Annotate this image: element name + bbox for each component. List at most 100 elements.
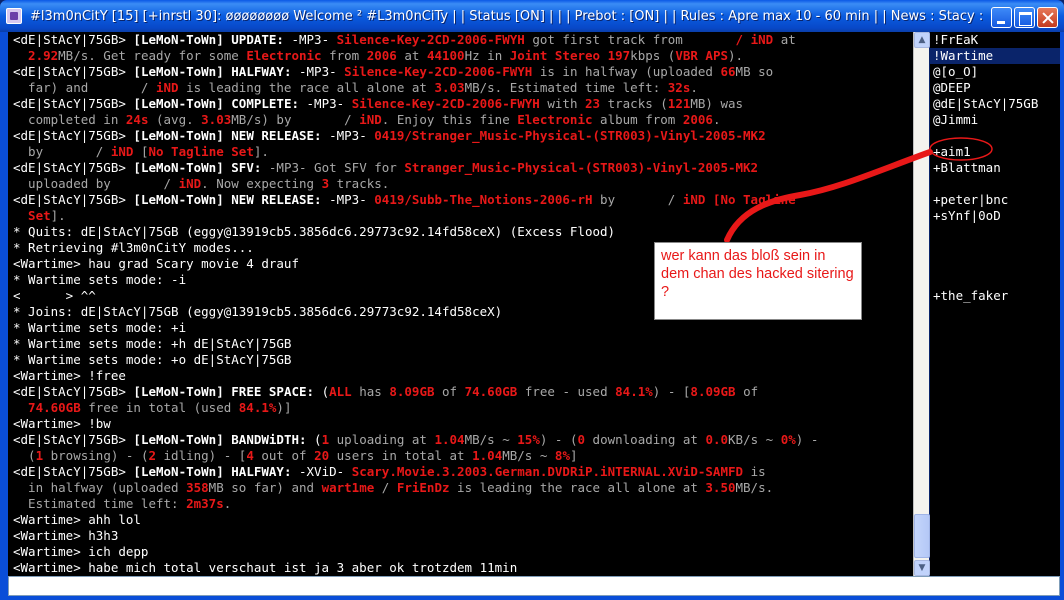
annotation-note: wer kann das bloß sein in dem chan des h… bbox=[654, 242, 862, 320]
chat-line: <Wartime> ahh lol bbox=[13, 512, 913, 528]
chat-line: * Quits: dE|StAcY|75GB (eggy@13919cb5.38… bbox=[13, 224, 913, 240]
chat-segment: * Joins: dE|StAcY|75GB (eggy@13919cb5.38… bbox=[13, 304, 503, 319]
chat-segment: [ bbox=[133, 144, 149, 159]
chat-segment: 2m37s bbox=[186, 496, 224, 511]
chat-segment: iND [No Tagline bbox=[682, 192, 796, 207]
nick-list[interactable]: !FrEaK !Wartime @[o_O] @DEEP @dE|StAcY|75GB @… bbox=[930, 32, 1060, 576]
chat-segment: <Wartime> ich depp bbox=[13, 544, 149, 559]
chat-segment: 1 bbox=[321, 432, 330, 447]
chat-segment: 84.1% bbox=[238, 400, 277, 415]
chat-segment: -MP3- bbox=[321, 192, 375, 207]
chat-segment: by / bbox=[592, 192, 683, 207]
chat-segment: Joint Stereo 197 bbox=[509, 48, 631, 63]
nick-item[interactable]: +Blattman bbox=[930, 160, 1060, 176]
nick-item[interactable]: !Wartime bbox=[930, 48, 1060, 64]
chat-segment: . bbox=[223, 496, 232, 511]
chat-segment: [LeMoN-ToWn] bbox=[133, 64, 232, 79]
nick-item[interactable]: +aim1 bbox=[930, 144, 1060, 160]
chat-segment: ) - bbox=[795, 432, 819, 447]
chat-segment: [LeMoN-ToWn] bbox=[133, 96, 232, 111]
chat-segment: MB/s ~ bbox=[464, 432, 518, 447]
chat-segment: in halfway (uploaded bbox=[13, 480, 187, 495]
chat-segment: [LeMoN-ToWn] bbox=[133, 464, 232, 479]
scroll-up-icon[interactable]: ▲ bbox=[914, 32, 930, 48]
chat-segment: FriEnDz bbox=[396, 480, 450, 495]
chat-line: * Wartime sets mode: +i bbox=[13, 320, 913, 336]
chat-line: <Wartime> ich depp bbox=[13, 544, 913, 560]
chat-line: far) and / iND is leading the race all a… bbox=[13, 80, 913, 96]
chat-segment: downloading at bbox=[585, 432, 706, 447]
chat-segment: 0% bbox=[780, 432, 796, 447]
title-bar[interactable]: #l3m0nCitY [15] [+inrstl 30]: øøøøøøøø W… bbox=[0, 0, 1064, 32]
chat-segment: 1 bbox=[35, 448, 44, 463]
nick-spacer bbox=[930, 176, 1060, 192]
minimize-button[interactable] bbox=[991, 7, 1012, 28]
maximize-button[interactable] bbox=[1014, 7, 1035, 28]
chat-segment: 0419/Subb-The_Notions-2006-rH bbox=[374, 192, 593, 207]
chat-line: <dE|StAcY|75GB> [LeMoN-ToWn] UPDATE: -MP… bbox=[13, 32, 913, 48]
chat-segment: is leading the race all alone at bbox=[449, 480, 706, 495]
nick-item[interactable]: @Jimmi bbox=[930, 112, 1060, 128]
nick-item[interactable]: +the_faker bbox=[930, 288, 1060, 304]
chat-segment: [LeMoN-ToWn] bbox=[133, 432, 232, 447]
chat-segment: <dE|StAcY|75GB> bbox=[13, 64, 134, 79]
chat-segment: . Now expecting bbox=[201, 176, 322, 191]
chat-segment: 4 bbox=[246, 448, 254, 463]
chat-segment: ) - ( bbox=[539, 432, 578, 447]
chat-segment: 0 bbox=[577, 432, 586, 447]
nick-item[interactable]: !FrEaK bbox=[930, 32, 1060, 48]
chat-segment: at bbox=[396, 48, 427, 63]
chat-segment: iND bbox=[156, 80, 179, 95]
chat-line: Set]. bbox=[13, 208, 913, 224]
chat-segment: out of bbox=[253, 448, 315, 463]
chat-segment: ALL bbox=[329, 384, 352, 399]
chat-segment: uploaded by / bbox=[13, 176, 179, 191]
chat-segment: 3 bbox=[321, 176, 330, 191]
chat-segment: <Wartime> habe mich total verschaut ist … bbox=[13, 560, 518, 575]
chat-segment: < > ^^ bbox=[13, 288, 96, 303]
message-input[interactable] bbox=[8, 576, 1060, 596]
chat-scrollbar[interactable]: ▲ ▼ bbox=[913, 32, 930, 576]
close-button[interactable] bbox=[1037, 7, 1058, 28]
chat-segment: UPDATE: bbox=[231, 32, 284, 47]
chat-segment: <dE|StAcY|75GB> bbox=[13, 96, 134, 111]
chat-line: * Wartime sets mode: +o dE|StAcY|75GB bbox=[13, 352, 913, 368]
chat-segment: Electronic bbox=[246, 48, 322, 63]
chat-segment: ]. bbox=[50, 208, 66, 223]
chat-segment: HALFWAY: bbox=[231, 464, 292, 479]
chat-segment: from bbox=[321, 48, 367, 63]
chat-segment: has bbox=[351, 384, 390, 399]
chat-segment: 1.04 bbox=[472, 448, 503, 463]
chat-segment: HALFWAY: bbox=[231, 64, 292, 79]
chat-segment: iND bbox=[359, 112, 382, 127]
chat-line: 74.60GB free in total (used 84.1%)] bbox=[13, 400, 913, 416]
nick-item[interactable]: +peter|bnc bbox=[930, 192, 1060, 208]
chat-segment: 3.50 bbox=[705, 480, 736, 495]
chat-segment: 44100 bbox=[426, 48, 465, 63]
chat-segment: 8.09GB bbox=[389, 384, 435, 399]
chat-segment: MB/s. Get ready for some bbox=[58, 48, 247, 63]
scroll-thumb[interactable] bbox=[914, 514, 930, 558]
nick-item[interactable]: @[o_O] bbox=[930, 64, 1060, 80]
chat-segment: kbps ( bbox=[630, 48, 676, 63]
chat-segment: / iND bbox=[690, 32, 774, 47]
nick-item[interactable]: +sYnf|0oD bbox=[930, 208, 1060, 224]
chat-segment: * Quits: dE|StAcY|75GB (eggy@13919cb5.38… bbox=[13, 224, 616, 239]
nick-item[interactable]: @DEEP bbox=[930, 80, 1060, 96]
chat-line: <dE|StAcY|75GB> [LeMoN-ToWn] HALFWAY: -X… bbox=[13, 464, 913, 480]
chat-segment: MB so bbox=[735, 64, 774, 79]
chat-segment: (avg. bbox=[148, 112, 202, 127]
chat-segment: COMPLETE: bbox=[231, 96, 299, 111]
chat-segment: <dE|StAcY|75GB> bbox=[13, 384, 134, 399]
chat-segment: NEW RELEASE: bbox=[231, 128, 322, 143]
nick-item[interactable]: @dE|StAcY|75GB bbox=[930, 96, 1060, 112]
nick-spacer bbox=[930, 128, 1060, 144]
scroll-down-icon[interactable]: ▼ bbox=[914, 560, 930, 576]
chat-segment: [LeMoN-ToWn] bbox=[133, 128, 232, 143]
chat-segment: -MP3- bbox=[291, 64, 345, 79]
chat-segment: ( bbox=[13, 448, 36, 463]
chat-segment: <dE|StAcY|75GB> bbox=[13, 32, 134, 47]
window-frame-left bbox=[0, 32, 8, 596]
chat-segment: users in total at bbox=[329, 448, 473, 463]
chat-line: uploaded by / iND. Now expecting 3 track… bbox=[13, 176, 913, 192]
